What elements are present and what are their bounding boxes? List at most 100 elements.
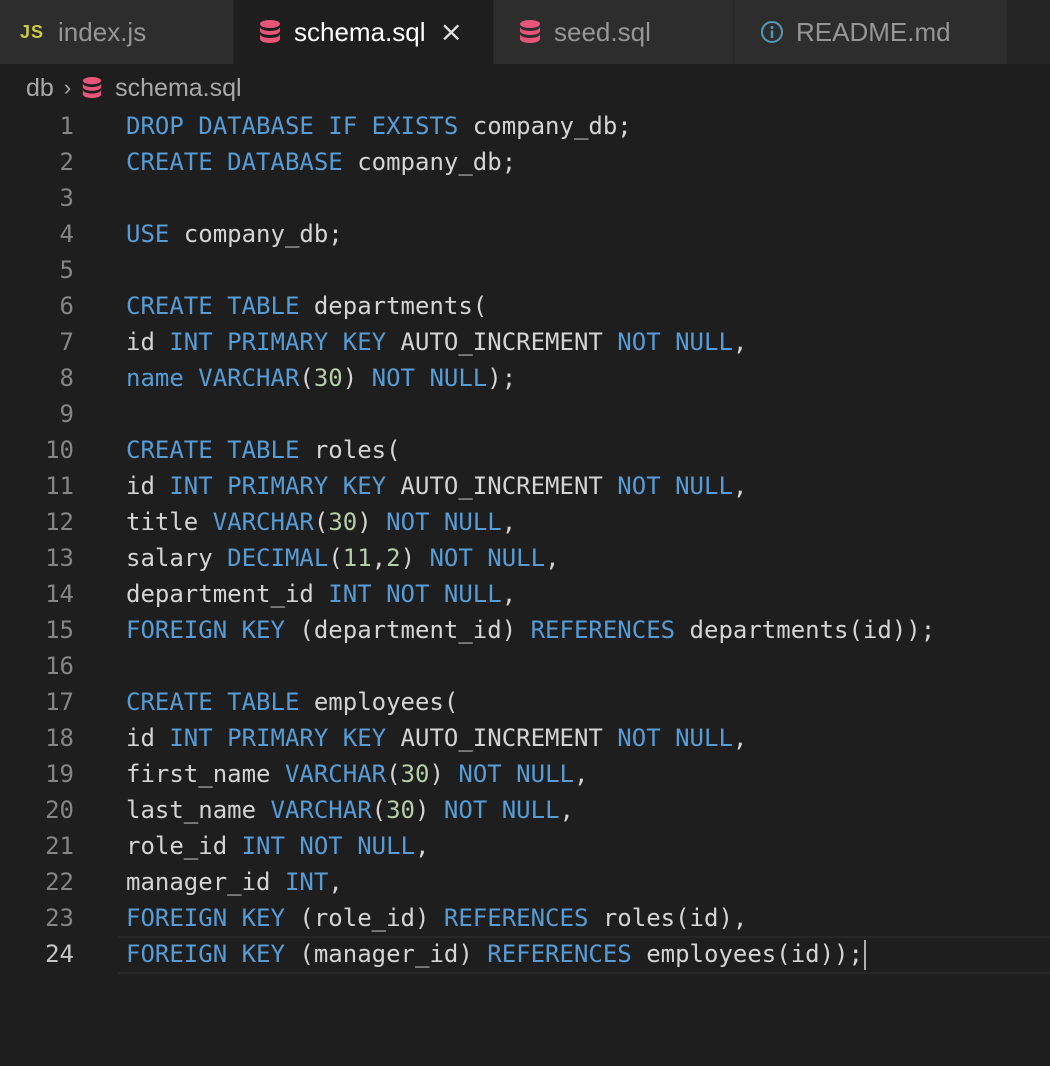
code-line[interactable]: 11 id INT PRIMARY KEY AUTO_INCREMENT NOT … (0, 468, 1050, 504)
info-icon (761, 21, 783, 43)
line-number: 16 (45, 652, 74, 680)
tab-bar-empty-space[interactable] (1008, 0, 1050, 64)
sql-text: department_id (126, 580, 329, 608)
sql-keyword: NOT NULL (386, 508, 502, 536)
sql-keyword: INT PRIMARY KEY (169, 328, 387, 356)
sql-text: roles( (299, 436, 401, 464)
sql-keyword: VARCHAR (212, 508, 314, 536)
breadcrumb: db › schema.sql (26, 68, 242, 108)
sql-text: (manager_id) (284, 940, 488, 968)
code-line[interactable]: 22 manager_id INT, (0, 864, 1050, 900)
line-content: CREATE TABLE employees( (126, 684, 458, 720)
sql-number: 30 (313, 364, 343, 392)
line-number: 18 (45, 724, 74, 752)
code-line[interactable]: 2 CREATE DATABASE company_db; (0, 144, 1050, 180)
close-icon[interactable]: × (440, 18, 463, 46)
line-content: FOREIGN KEY (department_id) REFERENCES d… (126, 612, 935, 648)
code-line[interactable]: 8 name VARCHAR(30) NOT NULL); (0, 360, 1050, 396)
sql-keyword: CREATE TABLE (126, 436, 300, 464)
code-line[interactable]: 21 role_id INT NOT NULL, (0, 828, 1050, 864)
sql-keyword: REFERENCES (443, 904, 589, 932)
code-line[interactable]: 17 CREATE TABLE employees( (0, 684, 1050, 720)
tab-schema-sql[interactable]: schema.sql × (234, 0, 494, 64)
tab-index-js[interactable]: JS index.js (0, 0, 234, 64)
sql-keyword: INT (284, 868, 329, 896)
sql-text: last_name (126, 796, 271, 824)
code-line[interactable]: 20 last_name VARCHAR(30) NOT NULL, (0, 792, 1050, 828)
code-line[interactable]: 3 (0, 180, 1050, 216)
sql-keyword: NOT NULL (458, 760, 574, 788)
code-line[interactable]: 14 department_id INT NOT NULL, (0, 576, 1050, 612)
breadcrumb-file[interactable]: schema.sql (115, 74, 241, 103)
sql-text: , (501, 508, 517, 536)
line-number: 24 (45, 940, 74, 968)
sql-text: ) (357, 508, 387, 536)
line-content: first_name VARCHAR(30) NOT NULL, (126, 756, 588, 792)
sql-text: roles(id), (588, 904, 748, 932)
tab-readme-md[interactable]: README.md (734, 0, 1008, 64)
sql-number: 30 (386, 796, 416, 824)
line-number: 11 (45, 472, 74, 500)
tab-label: seed.sql (554, 16, 651, 47)
line-number: 2 (59, 148, 74, 176)
line-number: 17 (45, 688, 74, 716)
sql-text: ( (313, 508, 329, 536)
line-content: DROP DATABASE IF EXISTS company_db; (126, 108, 632, 144)
sql-text: , (559, 796, 574, 824)
sql-keyword: name VARCHAR (126, 364, 300, 392)
breadcrumb-folder[interactable]: db (26, 74, 54, 103)
sql-keyword: USE (126, 220, 170, 248)
code-line[interactable]: 18 id INT PRIMARY KEY AUTO_INCREMENT NOT … (0, 720, 1050, 756)
sql-text: manager_id (126, 868, 285, 896)
sql-keyword: INT PRIMARY KEY (169, 472, 387, 500)
code-line[interactable]: 19 first_name VARCHAR(30) NOT NULL, (0, 756, 1050, 792)
code-line[interactable]: 10 CREATE TABLE roles( (0, 432, 1050, 468)
sql-text: ( (299, 364, 314, 392)
line-content: manager_id INT, (126, 864, 343, 900)
sql-number: 11 (342, 544, 372, 572)
sql-text: salary (126, 544, 228, 572)
sql-text: , (371, 544, 387, 572)
sql-keyword: INT PRIMARY KEY (169, 724, 387, 752)
sql-text: departments(id)); (675, 616, 936, 644)
code-line[interactable]: 12 title VARCHAR(30) NOT NULL, (0, 504, 1050, 540)
database-icon (260, 20, 280, 43)
sql-keyword: VARCHAR (284, 760, 387, 788)
tab-seed-sql[interactable]: seed.sql (494, 0, 734, 64)
sql-text: , (328, 868, 343, 896)
sql-keyword: CREATE TABLE (126, 292, 300, 320)
code-line[interactable]: 23 FOREIGN KEY (role_id) REFERENCES roles… (0, 900, 1050, 936)
code-line[interactable]: 15 FOREIGN KEY (department_id) REFERENCES… (0, 612, 1050, 648)
code-line[interactable]: 4 USE company_db; (0, 216, 1050, 252)
sql-text: first_name (126, 760, 285, 788)
code-line[interactable]: 13 salary DECIMAL(11,2) NOT NULL, (0, 540, 1050, 576)
sql-number: 2 (386, 544, 401, 572)
sql-text: ( (371, 796, 387, 824)
code-line[interactable]: 9 (0, 396, 1050, 432)
sql-text: employees( (299, 688, 459, 716)
text-cursor (863, 940, 866, 970)
code-line[interactable]: 16 (0, 648, 1050, 684)
sql-text: (department_id) (284, 616, 531, 644)
line-number: 15 (45, 616, 74, 644)
sql-keyword: REFERENCES (530, 616, 676, 644)
code-line[interactable]: 7 id INT PRIMARY KEY AUTO_INCREMENT NOT N… (0, 324, 1050, 360)
sql-keyword: CREATE DATABASE (126, 148, 343, 176)
sql-number: 30 (328, 508, 358, 536)
sql-keyword: NOT NULL (617, 472, 733, 500)
code-area[interactable]: 1 DROP DATABASE IF EXISTS company_db; 2 CRE… (0, 108, 1050, 974)
sql-keyword: REFERENCES (487, 940, 632, 968)
database-icon (520, 20, 540, 43)
sql-text: company_db; (458, 112, 632, 140)
code-line[interactable]: 6 CREATE TABLE departments( (0, 288, 1050, 324)
sql-text: AUTO_INCREMENT (386, 472, 618, 500)
line-number: 13 (45, 544, 74, 572)
code-editor: JS index.js schema.sql × seed.sql README… (0, 0, 1050, 1066)
code-line[interactable]: 24 FOREIGN KEY (manager_id) REFERENCES em… (0, 936, 1050, 974)
code-line[interactable]: 5 (0, 252, 1050, 288)
sql-text: departments( (299, 292, 488, 320)
line-number: 9 (59, 400, 74, 428)
sql-text: , (545, 544, 560, 572)
tab-label: index.js (58, 16, 147, 47)
code-line[interactable]: 1 DROP DATABASE IF EXISTS company_db; (0, 108, 1050, 144)
